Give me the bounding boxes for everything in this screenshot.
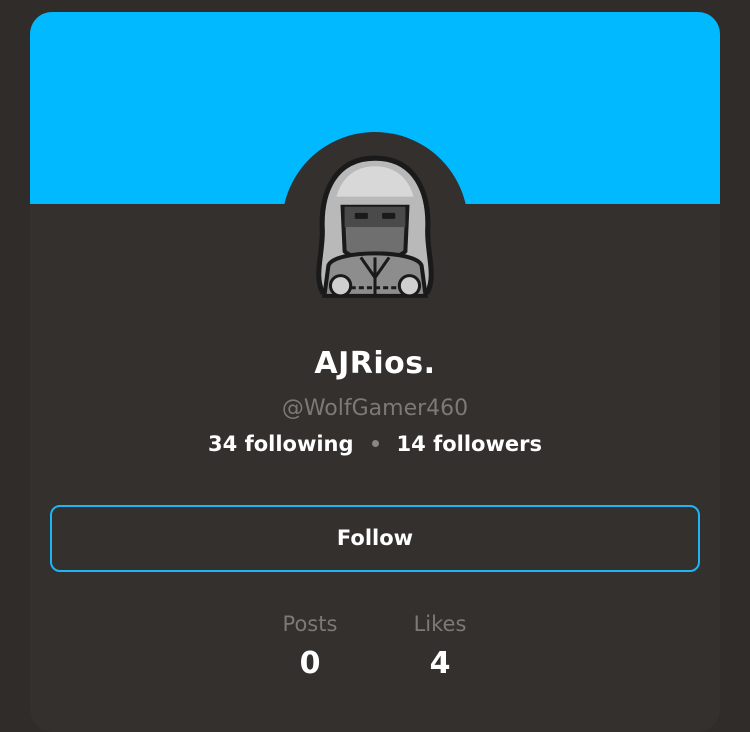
profile-card: AJRios. @WolfGamer460 34 following 14 fol… xyxy=(30,12,720,732)
username: @WolfGamer460 xyxy=(281,396,469,421)
separator-dot xyxy=(371,439,379,447)
follow-stats: 34 following 14 followers xyxy=(30,432,720,456)
counter-label: Posts xyxy=(282,612,338,636)
posts-counter[interactable]: Posts 0 xyxy=(265,612,355,681)
avatar[interactable] xyxy=(282,132,468,318)
following-link[interactable]: 34 following xyxy=(208,432,354,456)
follow-button[interactable]: Follow xyxy=(50,505,700,572)
followers-link[interactable]: 14 followers xyxy=(397,432,542,456)
display-name: AJRios. xyxy=(314,346,436,381)
hooded-character-avatar-icon xyxy=(316,155,434,298)
counter-value: 0 xyxy=(299,646,321,681)
counter-label: Likes xyxy=(413,612,467,636)
profile-counters: Posts 0 Likes 4 xyxy=(30,612,720,681)
counter-value: 4 xyxy=(429,646,451,681)
likes-counter[interactable]: Likes 4 xyxy=(395,612,485,681)
